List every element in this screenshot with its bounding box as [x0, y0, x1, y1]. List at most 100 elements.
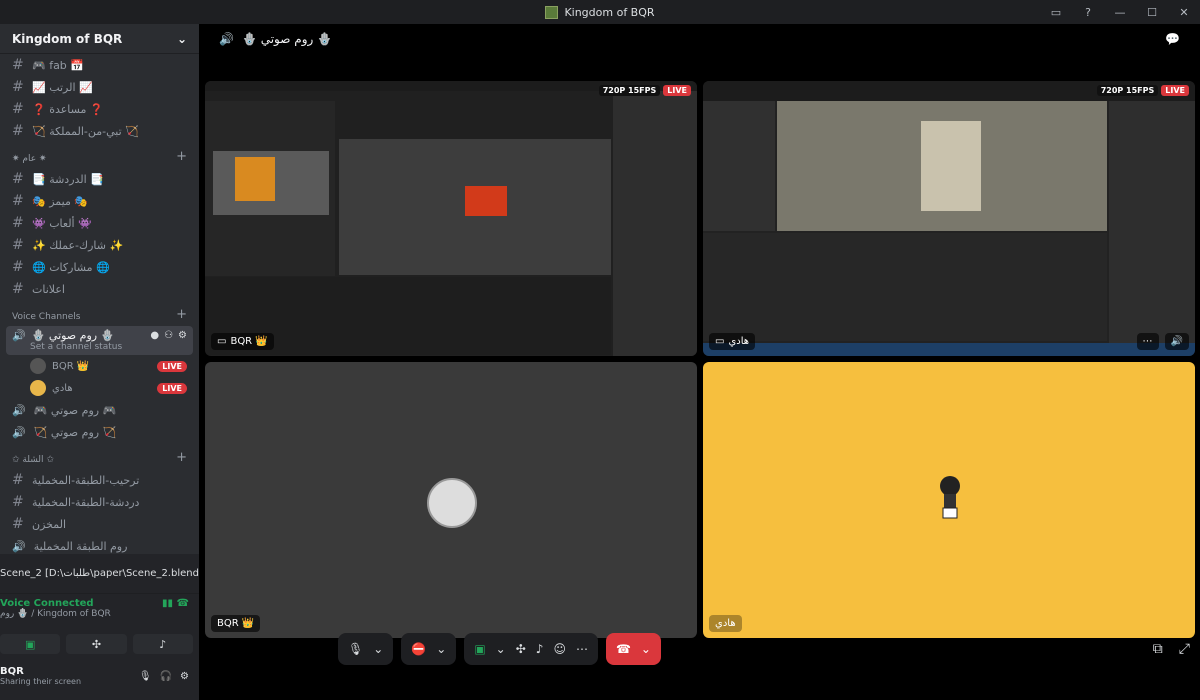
chat-icon[interactable]: 💬 — [1165, 32, 1180, 46]
chat-icon[interactable]: ● — [150, 330, 159, 341]
category-class[interactable]: ✩ الشلة ✩ + — [0, 443, 199, 469]
channel-item[interactable]: # ✨ شارك-عملك ✨ — [0, 234, 199, 256]
speaker-icon: 🔊 — [12, 539, 26, 553]
fullscreen-icon[interactable]: ⤢ — [1179, 641, 1190, 657]
activities-icon[interactable]: ✣ — [516, 642, 526, 656]
more-icon[interactable]: ⋯ — [1136, 333, 1159, 350]
tile-name: هادي — [709, 615, 742, 632]
hash-icon: # — [12, 215, 24, 231]
category-voice[interactable]: Voice Channels + — [0, 300, 199, 326]
blender-mesh — [465, 186, 507, 216]
chevron-down-icon[interactable]: ⌄ — [373, 642, 383, 656]
channel-item[interactable]: # دردشة-الطبقة-المخملية — [0, 491, 199, 513]
hash-icon: # — [12, 101, 24, 117]
hash-icon: # — [12, 259, 24, 275]
chevron-down-icon[interactable]: ⌄ — [436, 642, 446, 656]
voice-user[interactable]: هادي LIVE — [0, 377, 199, 399]
title-bar: Kingdom of BQR ▭ ? — ☐ ✕ — [0, 0, 1200, 24]
screen-share-icon: ▭ — [217, 336, 227, 347]
screen-share-icon[interactable]: ▣ — [474, 642, 485, 656]
user-panel: Scene_2 [D:\طلبات\paper\Scene_2.blend]..… — [0, 554, 199, 700]
user-tile[interactable]: هادي — [703, 362, 1195, 638]
add-channel-icon[interactable]: + — [176, 307, 187, 322]
channel-item[interactable]: # 👾 ألعاب 👾 — [0, 212, 199, 234]
activities-button[interactable]: ✣ — [66, 634, 127, 654]
stream-tile[interactable]: 720P 15FPS LIVE ▭ BQR 👑 — [205, 81, 697, 356]
screen-share-icon: ▭ — [715, 336, 725, 347]
help-icon[interactable]: ? — [1072, 6, 1104, 19]
tile-name: BQR 👑 — [211, 615, 261, 632]
screen-share-button[interactable]: ▣ ⌄ ✣ ♪ ☺ ⋯ — [464, 633, 598, 665]
channel-item[interactable]: # 🎭 ميمز 🎭 — [0, 190, 199, 212]
hash-icon: # — [12, 171, 24, 187]
minimize-button[interactable]: — — [1104, 6, 1136, 19]
camera-button[interactable]: ⛔ ⌄ — [401, 633, 457, 665]
channel-item[interactable]: # المخزن — [0, 513, 199, 535]
hash-icon: # — [12, 237, 24, 253]
add-channel-icon[interactable]: + — [176, 450, 187, 465]
stream-tile[interactable]: 720P 15FPS LIVE ▭ هادي ⋯ 🔊 — [703, 81, 1195, 356]
user-tile[interactable]: BQR 👑 — [205, 362, 697, 638]
inbox-icon[interactable]: ▭ — [1040, 6, 1072, 19]
voice-channel[interactable]: 🔊 🎮 روم صوتي 🎮 — [0, 399, 199, 421]
hangup-icon[interactable]: ☎ — [616, 642, 631, 656]
signal-icon[interactable]: ▮▮ — [162, 598, 173, 609]
voice-channel[interactable]: 🔊 🏹 روم صوتي 🏹 — [0, 421, 199, 443]
category-general[interactable]: ✷ عام ✷ + — [0, 142, 199, 168]
microphone-icon[interactable]: 🎙 — [139, 671, 152, 682]
channel-item[interactable]: # 🌐 مشاركات 🌐 — [0, 256, 199, 278]
mic-button[interactable]: 🎙 ⌄ — [338, 633, 394, 665]
hash-icon: # — [12, 281, 24, 297]
page-title: 🪬 روم صوتي 🪬 — [241, 32, 333, 46]
blender-shirt — [921, 121, 981, 211]
chevron-down-icon[interactable]: ⌄ — [641, 642, 651, 656]
emoji-icon[interactable]: ☺ — [553, 642, 566, 656]
avatar — [30, 358, 46, 374]
more-icon[interactable]: ⋯ — [576, 642, 588, 656]
channel-item[interactable]: # 📈 الرتب 📈 — [0, 76, 199, 98]
headphones-icon[interactable]: 🎧 — [160, 671, 172, 682]
channel-item[interactable]: # 🎮 fab 📅 — [0, 54, 199, 76]
server-header[interactable]: Kingdom of BQR ⌄ — [0, 24, 199, 54]
chevron-down-icon[interactable]: ⌄ — [496, 642, 506, 656]
speaker-icon: 🔊 — [219, 32, 234, 46]
channel-item[interactable]: # ترحيب-الطبقة-المخملية — [0, 469, 199, 491]
stream-info[interactable]: Scene_2 [D:\طلبات\paper\Scene_2.blend]..… — [0, 554, 199, 594]
avatar — [940, 476, 960, 519]
channel-item[interactable]: # اعلانات — [0, 278, 199, 300]
speaker-icon: 🔊 — [12, 425, 26, 439]
channel-item[interactable]: # 📑 الدردشة 📑 — [0, 168, 199, 190]
disconnect-icon[interactable]: ☎ — [177, 598, 189, 609]
tile-controls: ⋯ 🔊 — [1136, 333, 1189, 350]
add-channel-icon[interactable]: + — [176, 149, 187, 164]
stage-header: 🔊 🪬 روم صوتي 🪬 💬 — [199, 24, 1200, 54]
user-area: BQR Sharing their screen 🎙 🎧 ⚙ — [0, 666, 189, 686]
channel-item[interactable]: # ❓ مساعدة ❓ — [0, 98, 199, 120]
blender-properties — [613, 91, 697, 356]
screen-share-button[interactable]: ▣ — [0, 634, 61, 654]
maximize-button[interactable]: ☐ — [1136, 6, 1168, 19]
tile-name: ▭ BQR 👑 — [211, 333, 274, 350]
hash-icon: # — [12, 123, 24, 139]
soundboard-icon[interactable]: ♪ — [536, 642, 544, 656]
hash-icon: # — [12, 193, 24, 209]
volume-icon[interactable]: 🔊 — [1164, 333, 1189, 350]
popout-icon[interactable]: ⧉ — [1153, 641, 1163, 657]
add-member-icon[interactable]: ⚇ — [164, 330, 173, 341]
microphone-icon[interactable]: 🎙 — [348, 642, 363, 656]
disconnect-button[interactable]: ☎ ⌄ — [605, 633, 661, 665]
server-name: Kingdom of BQR — [12, 31, 123, 46]
soundboard-button[interactable]: ♪ — [132, 634, 193, 654]
gear-icon[interactable]: ⚙ — [180, 671, 189, 682]
channel-status[interactable]: Set a channel status — [12, 342, 187, 352]
camera-off-icon[interactable]: ⛔ — [411, 642, 426, 656]
stream-badges: 720P 15FPS LIVE — [1096, 85, 1189, 96]
avatar — [427, 478, 477, 528]
gear-icon[interactable]: ⚙ — [178, 330, 187, 341]
channel-item[interactable]: # 🏹 تبي-من-المملكة 🏹 — [0, 120, 199, 142]
chevron-down-icon[interactable]: ⌄ — [177, 32, 187, 46]
active-voice-channel[interactable]: 🔊 🪬 روم صوتي 🪬 ● ⚇ ⚙ Set a channel status — [6, 326, 193, 355]
voice-user[interactable]: BQR 👑 LIVE — [0, 355, 199, 377]
sidebar: Kingdom of BQR ⌄ # 🎮 fab 📅 # 📈 الرتب 📈 # ❓ … — [0, 24, 199, 700]
close-button[interactable]: ✕ — [1168, 6, 1200, 19]
